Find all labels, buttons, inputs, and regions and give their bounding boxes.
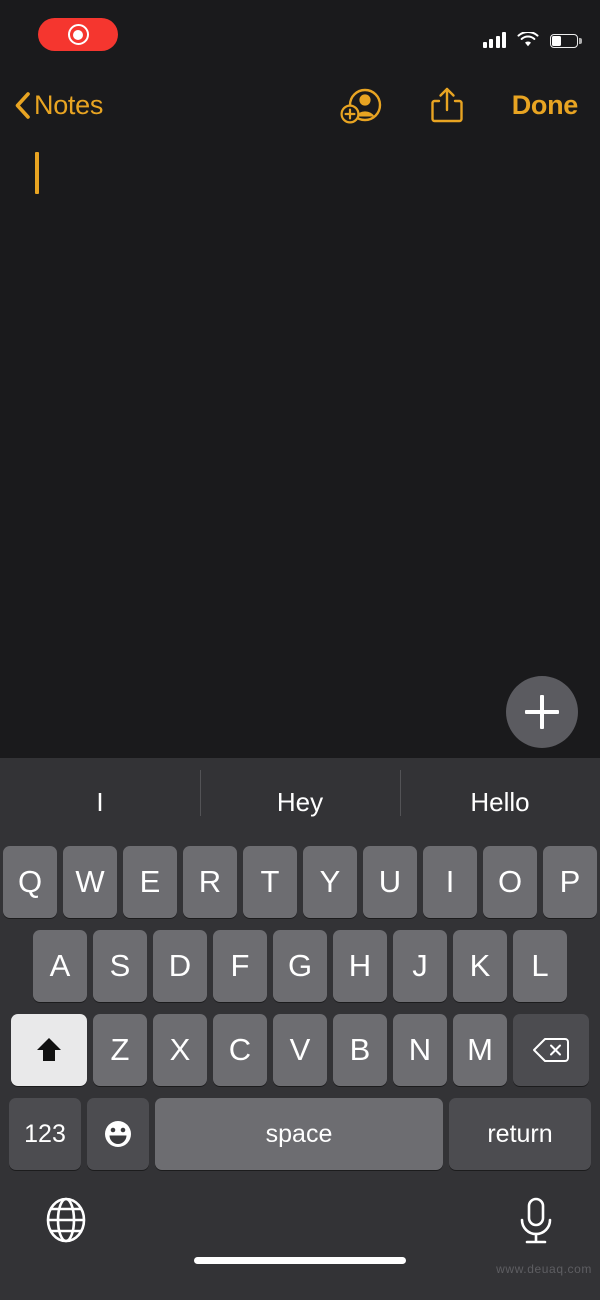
keyboard-row-1: Q W E R T Y U I O P [2, 846, 598, 918]
key-u[interactable]: U [363, 846, 417, 918]
screen-record-icon[interactable] [38, 18, 118, 51]
phone-screen: Notes Done I Hey Hello Q W E R T Y U I O… [0, 0, 600, 1300]
predictive-suggestion-bar: I Hey Hello [0, 758, 600, 846]
key-m[interactable]: M [453, 1014, 507, 1086]
delete-key[interactable] [513, 1014, 589, 1086]
key-t[interactable]: T [243, 846, 297, 918]
key-n[interactable]: N [393, 1014, 447, 1086]
key-v[interactable]: V [273, 1014, 327, 1086]
watermark: www.deuaq.com [496, 1262, 592, 1276]
backspace-icon [533, 1038, 569, 1062]
back-button[interactable]: Notes [14, 90, 103, 121]
record-dot [73, 29, 83, 40]
return-key[interactable]: return [449, 1098, 591, 1170]
keyboard-row-4: 123 space return [2, 1098, 598, 1170]
shift-key[interactable] [11, 1014, 87, 1086]
share-icon[interactable] [426, 85, 468, 125]
key-p[interactable]: P [543, 846, 597, 918]
space-key[interactable]: space [155, 1098, 443, 1170]
keyboard-row-3: Z X C V B N M [2, 1014, 598, 1086]
suggestion-item-2[interactable]: Hello [400, 769, 600, 818]
plus-icon-vertical [540, 695, 544, 729]
microphone-icon[interactable] [514, 1196, 558, 1248]
battery-icon [550, 34, 582, 48]
suggestion-item-1[interactable]: Hey [200, 769, 400, 818]
suggestion-item-0[interactable]: I [0, 787, 200, 818]
home-indicator[interactable] [194, 1257, 406, 1264]
back-button-label: Notes [34, 89, 104, 120]
keyboard: I Hey Hello Q W E R T Y U I O P A S D F … [0, 758, 600, 1300]
key-a[interactable]: A [33, 930, 87, 1002]
key-i[interactable]: I [423, 846, 477, 918]
key-f[interactable]: F [213, 930, 267, 1002]
cellular-bars-icon [482, 32, 506, 48]
key-l[interactable]: L [513, 930, 567, 1002]
add-person-icon[interactable] [340, 85, 382, 125]
key-w[interactable]: W [63, 846, 117, 918]
status-bar-indicators [482, 26, 582, 48]
add-attachment-button[interactable] [506, 676, 578, 748]
key-y[interactable]: Y [303, 846, 357, 918]
key-e[interactable]: E [123, 846, 177, 918]
keyboard-bottom-bar: www.deuaq.com [0, 1182, 600, 1282]
key-q[interactable]: Q [3, 846, 57, 918]
key-z[interactable]: Z [93, 1014, 147, 1086]
key-r[interactable]: R [183, 846, 237, 918]
key-g[interactable]: G [273, 930, 327, 1002]
key-x[interactable]: X [153, 1014, 207, 1086]
key-d[interactable]: D [153, 930, 207, 1002]
globe-icon[interactable] [42, 1196, 90, 1244]
key-h[interactable]: H [333, 930, 387, 1002]
text-cursor [35, 152, 39, 194]
chevron-left-icon [15, 91, 30, 119]
note-editor[interactable] [0, 138, 600, 758]
keyboard-row-2: A S D F G H J K L [2, 930, 598, 1002]
numbers-key[interactable]: 123 [9, 1098, 81, 1170]
shift-arrow-icon [37, 1038, 61, 1061]
navigation-bar: Notes Done [0, 72, 600, 138]
emoji-smiley-icon [105, 1121, 131, 1147]
wifi-icon [517, 32, 539, 47]
record-ring [67, 24, 89, 45]
key-b[interactable]: B [333, 1014, 387, 1086]
key-s[interactable]: S [93, 930, 147, 1002]
done-button[interactable]: Done [512, 90, 579, 121]
key-o[interactable]: O [483, 846, 537, 918]
key-c[interactable]: C [213, 1014, 267, 1086]
key-k[interactable]: K [453, 930, 507, 1002]
key-j[interactable]: J [393, 930, 447, 1002]
navigation-actions: Done [340, 85, 578, 125]
emoji-key[interactable] [87, 1098, 149, 1170]
status-bar [0, 0, 600, 72]
